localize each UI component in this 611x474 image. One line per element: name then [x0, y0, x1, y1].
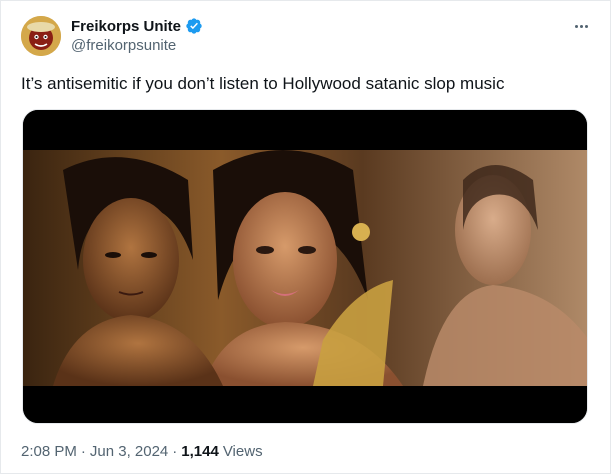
tweet-date[interactable]: Jun 3, 2024 — [90, 443, 168, 460]
video-still-image — [23, 110, 587, 423]
author-handle[interactable]: @freikorpsunite — [71, 37, 176, 54]
author-name-row[interactable]: Freikorps Unite — [71, 16, 203, 36]
more-horizontal-icon — [574, 24, 578, 28]
more-horizontal-icon — [584, 24, 588, 28]
meta-separator: · — [172, 443, 178, 460]
avatar-image — [21, 16, 61, 56]
views-label: Views — [222, 443, 263, 460]
more-options-button[interactable] — [570, 17, 592, 35]
tweet-media-video[interactable] — [22, 109, 588, 424]
verified-badge-icon — [185, 17, 203, 35]
meta-separator: · — [80, 443, 86, 460]
views-count[interactable]: 1,144 — [181, 443, 219, 460]
more-horizontal-icon — [579, 24, 583, 28]
avatar[interactable] — [21, 16, 61, 56]
tweet-card: Freikorps Unite @freikorpsunite It’s ant… — [0, 0, 611, 474]
tweet-time[interactable]: 2:08 PM — [21, 443, 77, 460]
author-display-name[interactable]: Freikorps Unite — [71, 18, 181, 35]
tweet-text: It’s antisemitic if you don’t listen to … — [21, 74, 505, 93]
tweet-meta: 2:08 PM · Jun 3, 2024 · 1,144 Views — [21, 443, 263, 460]
